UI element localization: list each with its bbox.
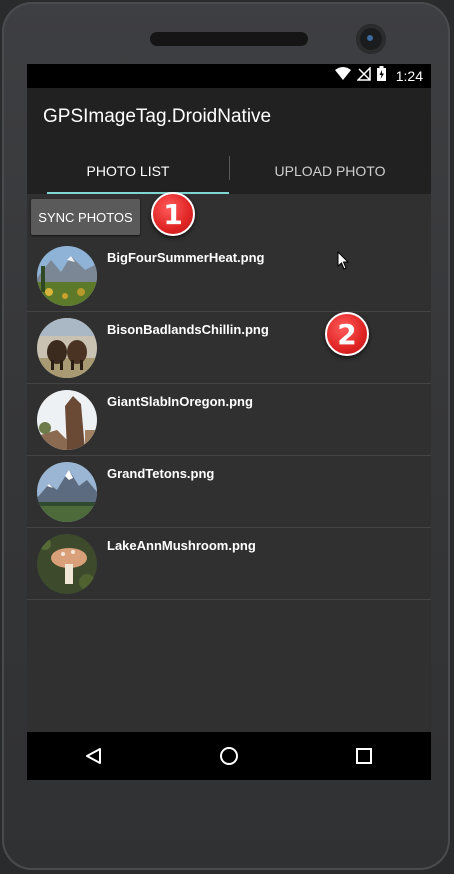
mountain-meadow-thumbnail — [37, 246, 97, 306]
list-item[interactable]: GiantSlabInOregon.png — [27, 384, 431, 456]
recents-square-icon — [355, 748, 372, 764]
list-item[interactable]: GrandTetons.png — [27, 456, 431, 528]
speaker-grille — [150, 32, 308, 46]
photo-list-page: SYNC PHOTOS BigFourSummerHeat.png BisonB… — [27, 192, 431, 732]
list-item[interactable]: BigFourSummerHeat.png — [27, 240, 431, 312]
mouse-cursor-icon — [337, 250, 350, 276]
app-title: GPSImageTag.DroidNative — [43, 106, 272, 127]
wifi-icon — [334, 66, 351, 86]
home-circle-icon — [219, 747, 238, 765]
mushroom-thumbnail — [37, 534, 97, 594]
tab-photo-list[interactable]: PHOTO LIST — [27, 162, 229, 194]
list-item[interactable]: BisonBadlandsChillin.png — [27, 312, 431, 384]
status-time: 1:24 — [395, 68, 423, 84]
photo-name: BisonBadlandsChillin.png — [107, 322, 269, 337]
photo-name: GrandTetons.png — [107, 466, 215, 481]
front-camera — [356, 24, 386, 54]
photo-name: LakeAnnMushroom.png — [107, 538, 256, 553]
recents-button[interactable] — [334, 732, 394, 780]
sync-photos-button[interactable]: SYNC PHOTOS — [31, 199, 140, 235]
tab-photo-list-label: PHOTO LIST — [86, 163, 170, 179]
action-bar: GPSImageTag.DroidNative PHOTO LIST UPLOA… — [27, 88, 431, 194]
photo-list[interactable]: BigFourSummerHeat.png BisonBadlandsChill… — [27, 240, 431, 600]
list-item[interactable]: LakeAnnMushroom.png — [27, 528, 431, 600]
home-button[interactable] — [199, 732, 259, 780]
back-triangle-icon — [86, 748, 102, 764]
photo-name: BigFourSummerHeat.png — [107, 250, 265, 265]
tab-bar: PHOTO LIST UPLOAD PHOTO — [27, 156, 431, 194]
battery-icon — [376, 66, 386, 86]
status-bar: 1:24 — [27, 64, 431, 88]
device-screen: 1:24 GPSImageTag.DroidNative PHOTO LIST … — [27, 64, 431, 780]
tab-upload-photo-label: UPLOAD PHOTO — [274, 163, 386, 179]
no-signal-icon — [355, 65, 371, 86]
phone-frame: 1:24 GPSImageTag.DroidNative PHOTO LIST … — [2, 2, 450, 870]
navigation-bar — [27, 732, 431, 780]
annotation-badge-1: 1 — [151, 192, 195, 236]
snow-mountains-thumbnail — [37, 462, 97, 522]
tab-upload-photo[interactable]: UPLOAD PHOTO — [229, 162, 431, 194]
annotation-badge-2: 2 — [325, 312, 369, 356]
bison-thumbnail — [37, 318, 97, 378]
photo-name: GiantSlabInOregon.png — [107, 394, 253, 409]
rock-slab-thumbnail — [37, 390, 97, 450]
back-button[interactable] — [64, 732, 124, 780]
